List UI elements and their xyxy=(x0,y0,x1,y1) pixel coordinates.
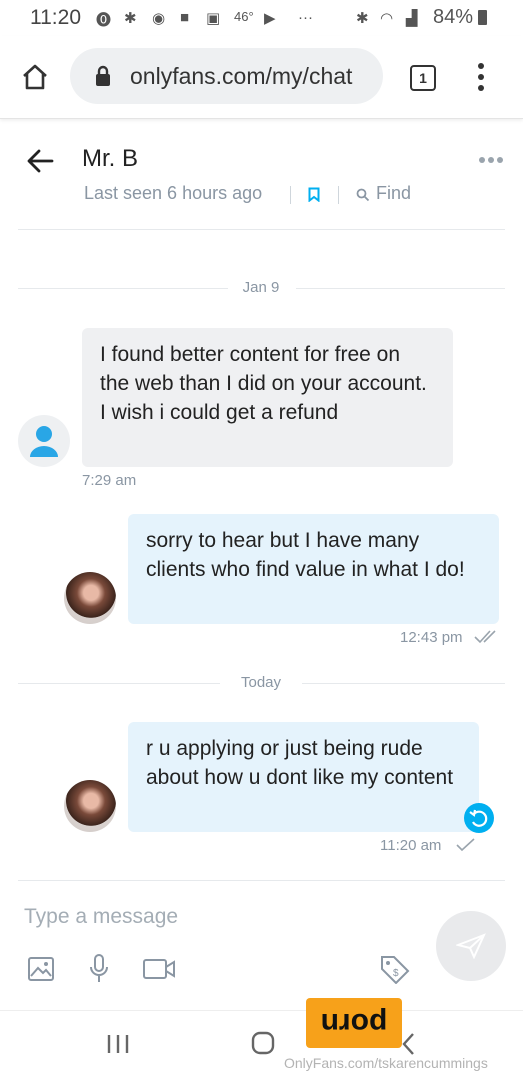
signal-icon: ▟ xyxy=(406,10,418,27)
back-arrow-icon[interactable] xyxy=(26,148,54,174)
last-seen-text: Last seen 6 hours ago xyxy=(84,183,263,203)
back-button-icon[interactable] xyxy=(400,1031,416,1057)
svg-text:$: $ xyxy=(393,968,399,979)
address-bar[interactable]: onlyfans.com/my/chat xyxy=(70,48,383,104)
more-dots-text: ··· xyxy=(298,9,313,26)
find-button[interactable]: Find xyxy=(376,183,411,204)
url-text: onlyfans.com/my/chat xyxy=(130,63,353,89)
send-icon xyxy=(456,933,486,959)
video-icon[interactable] xyxy=(142,958,176,980)
date-divider-line xyxy=(18,683,220,684)
lock-icon xyxy=(96,65,110,86)
chat-options-icon[interactable] xyxy=(478,156,504,164)
contact-name: Mr. B xyxy=(82,145,139,172)
watermark-logo: porn xyxy=(306,998,402,1048)
composer-divider xyxy=(18,880,505,881)
header-divider xyxy=(338,186,339,204)
message-time: 11:20 am xyxy=(380,837,442,854)
status-bar: 11:20 ⓿ ✱ ◉ ■ ▣ 46° ▶ ··· ✱ ◠ ▟ 84% xyxy=(0,0,523,36)
browser-toolbar: onlyfans.com/my/chat 1 xyxy=(0,36,523,119)
message-input[interactable]: Type a message xyxy=(24,905,178,929)
contact-avatar[interactable] xyxy=(18,415,70,467)
youtube-icon: ▶ xyxy=(264,10,276,27)
bluetooth-status-icon: ✱ xyxy=(356,10,369,27)
date-divider-line xyxy=(302,683,505,684)
message-time: 7:29 am xyxy=(82,472,137,489)
price-tag-icon[interactable]: $ xyxy=(379,954,411,984)
date-separator: Today xyxy=(240,674,282,691)
messenger-icon: ◉ xyxy=(152,10,166,27)
undo-icon[interactable] xyxy=(464,803,494,833)
battery-icon xyxy=(478,10,487,25)
recent-apps-icon[interactable] xyxy=(106,1033,130,1055)
browser-menu-icon[interactable] xyxy=(476,62,486,92)
microphone-icon[interactable] xyxy=(88,953,110,985)
bookmark-icon[interactable] xyxy=(308,187,320,202)
pinterest-icon: ⓿ xyxy=(96,12,112,29)
search-icon[interactable] xyxy=(356,188,370,202)
square-icon: ■ xyxy=(180,9,190,26)
header-divider-line xyxy=(18,229,505,230)
tab-switcher-button[interactable]: 1 xyxy=(410,65,436,91)
temperature-text: 46° xyxy=(234,9,254,24)
status-time: 11:20 xyxy=(30,6,81,29)
image-icon: ▣ xyxy=(206,10,221,27)
bluetooth-icon: ✱ xyxy=(124,10,137,27)
message-time: 12:43 pm xyxy=(400,629,463,646)
incoming-message[interactable]: I found better content for free on the w… xyxy=(82,328,453,467)
my-avatar[interactable] xyxy=(64,572,116,624)
date-separator: Jan 9 xyxy=(242,279,280,296)
date-divider-line xyxy=(296,288,505,289)
check-icon xyxy=(456,838,475,852)
outgoing-message[interactable]: r u applying or just being rude about ho… xyxy=(128,722,479,832)
wifi-icon: ◠ xyxy=(380,10,394,27)
send-button[interactable] xyxy=(436,911,506,981)
home-button-icon[interactable] xyxy=(251,1031,275,1055)
image-attach-icon[interactable] xyxy=(27,956,55,982)
battery-percent: 84% xyxy=(433,6,474,28)
header-divider xyxy=(290,186,291,204)
my-avatar[interactable] xyxy=(64,780,116,832)
date-divider-line xyxy=(18,288,228,289)
outgoing-message[interactable]: sorry to hear but I have many clients wh… xyxy=(128,514,499,624)
home-icon[interactable] xyxy=(20,62,50,92)
double-check-icon xyxy=(474,630,496,644)
watermark-text: OnlyFans.com/tskarencummings xyxy=(284,1055,488,1071)
user-icon xyxy=(30,426,58,457)
